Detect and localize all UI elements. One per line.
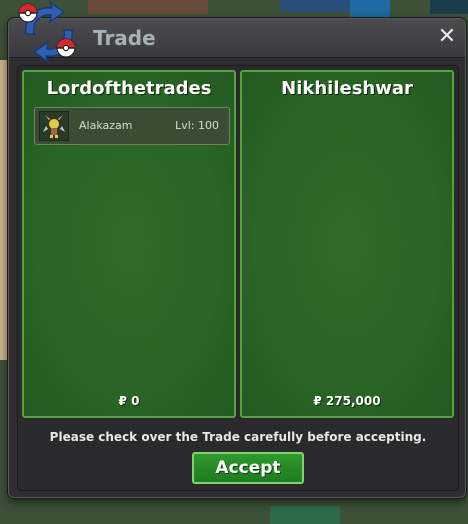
- money-offer-right: ₽ 275,000: [313, 394, 381, 408]
- window-title: Trade: [93, 26, 156, 50]
- close-icon[interactable]: ✕: [435, 25, 459, 49]
- trade-window: Trade ✕ Lordofthetrades Alakazam Lvl: 10…: [8, 18, 466, 498]
- background-tile: [0, 60, 8, 360]
- player-name-left: Lordofthetrades: [46, 78, 212, 99]
- accept-button[interactable]: Accept: [192, 452, 304, 484]
- trade-warning-text: Please check over the Trade carefully be…: [49, 430, 427, 444]
- offer-panel-right: Nikhileshwar ₽ 275,000: [240, 70, 454, 418]
- pokemon-level: Lvl: 100: [175, 119, 219, 132]
- trade-logo-icon: [14, 0, 84, 64]
- player-name-right: Nikhileshwar: [281, 78, 413, 99]
- alakazam-sprite-icon: [39, 111, 69, 141]
- trade-item-row[interactable]: Alakazam Lvl: 100: [34, 107, 230, 145]
- money-offer-left: ₽ 0: [118, 394, 140, 408]
- background-tile: [350, 0, 390, 18]
- background-tile: [88, 0, 208, 14]
- pokemon-name: Alakazam: [79, 119, 133, 132]
- trade-content: Lordofthetrades Alakazam Lvl: 100 ₽ 0 Ni…: [17, 65, 459, 491]
- background-tile: [270, 506, 340, 524]
- background-tile: [280, 0, 350, 12]
- offer-panel-left: Lordofthetrades Alakazam Lvl: 100 ₽ 0: [22, 70, 236, 418]
- background-tile: [430, 0, 468, 14]
